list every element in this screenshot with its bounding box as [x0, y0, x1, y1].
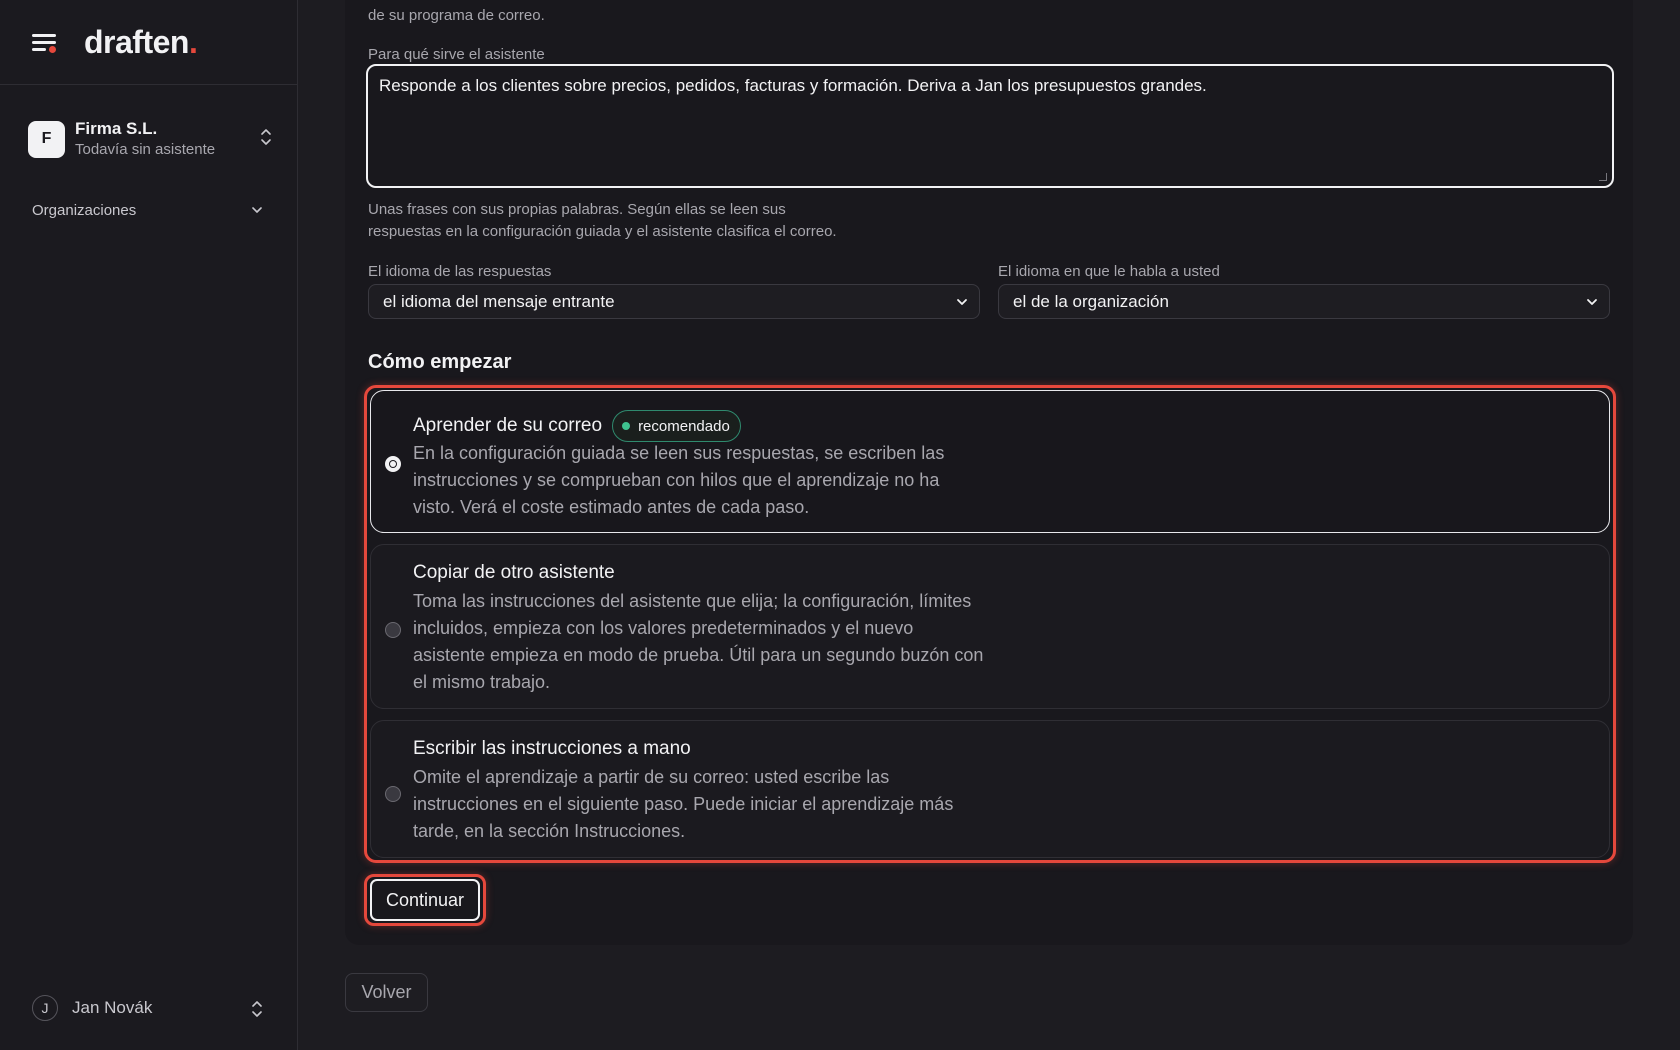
start-option-learn[interactable]: Aprender de su correo recomendado En la … — [370, 390, 1610, 533]
avatar: J — [32, 995, 58, 1021]
back-button[interactable]: Volver — [345, 973, 428, 1012]
brand-bar: draften. — [0, 0, 297, 85]
reply-language-value: el idioma del mensaje entrante — [383, 291, 615, 311]
option-description: Toma las instrucciones del asistente que… — [413, 591, 984, 692]
purpose-help: Unas frases con sus propias palabras. Se… — [368, 201, 837, 240]
user-menu[interactable]: J Jan Novák — [32, 993, 264, 1023]
section-title-start: Cómo empezar — [368, 351, 512, 373]
option-title: Escribir las instrucciones a mano — [413, 738, 691, 759]
option-description: En la configuración guiada se leen sus r… — [413, 443, 945, 517]
radio-manual[interactable] — [385, 786, 401, 802]
intro-text: de su programa de correo. — [368, 7, 545, 24]
org-avatar: F — [28, 120, 65, 158]
chevron-up-down-icon — [261, 129, 271, 145]
reply-language-select[interactable]: el idioma del mensaje entrante — [368, 284, 980, 319]
chevron-up-down-icon — [252, 1001, 262, 1017]
option-title: Copiar de otro asistente — [413, 562, 615, 583]
radio-learn[interactable] — [385, 456, 401, 472]
speak-language-value: el de la organización — [1013, 291, 1169, 311]
logo[interactable]: draften. — [84, 24, 198, 61]
org-switcher[interactable]: F Firma S.L. Todavía sin asistente — [28, 118, 273, 160]
option-title: Aprender de su correo — [413, 415, 603, 436]
start-option-manual[interactable]: Escribir las instrucciones a mano Omite … — [370, 720, 1610, 858]
recommended-badge: recomendado — [612, 410, 741, 442]
chevron-down-icon — [1587, 299, 1597, 305]
resize-handle[interactable] — [1599, 173, 1607, 181]
org-subtitle: Todavía sin asistente — [75, 141, 216, 159]
org-name: Firma S.L. — [75, 119, 158, 139]
speak-language-select[interactable]: el de la organización — [998, 284, 1610, 319]
radio-copy[interactable] — [385, 622, 401, 638]
user-name: Jan Novák — [72, 998, 153, 1017]
chevron-down-icon — [252, 207, 262, 213]
sidebar-item-organizations[interactable]: Organizaciones — [32, 198, 264, 222]
reply-language-label: El idioma de las respuestas — [368, 263, 552, 280]
status-dot-icon — [622, 422, 631, 430]
chevron-down-icon — [957, 299, 967, 305]
option-description: Omite el aprendizaje a partir de su corr… — [413, 767, 954, 841]
start-option-copy[interactable]: Copiar de otro asistente Toma las instru… — [370, 544, 1610, 709]
continue-button[interactable]: Continuar — [370, 879, 480, 921]
purpose-value: Responde a los clientes sobre precios, p… — [379, 76, 1207, 95]
menu-icon[interactable] — [32, 31, 58, 53]
purpose-label: Para qué sirve el asistente — [368, 46, 545, 63]
sidebar: draften. F Firma S.L. Todavía sin asiste… — [0, 0, 298, 1050]
sidebar-item-label: Organizaciones — [32, 201, 137, 219]
speak-language-label: El idioma en que le habla a usted — [998, 263, 1220, 280]
